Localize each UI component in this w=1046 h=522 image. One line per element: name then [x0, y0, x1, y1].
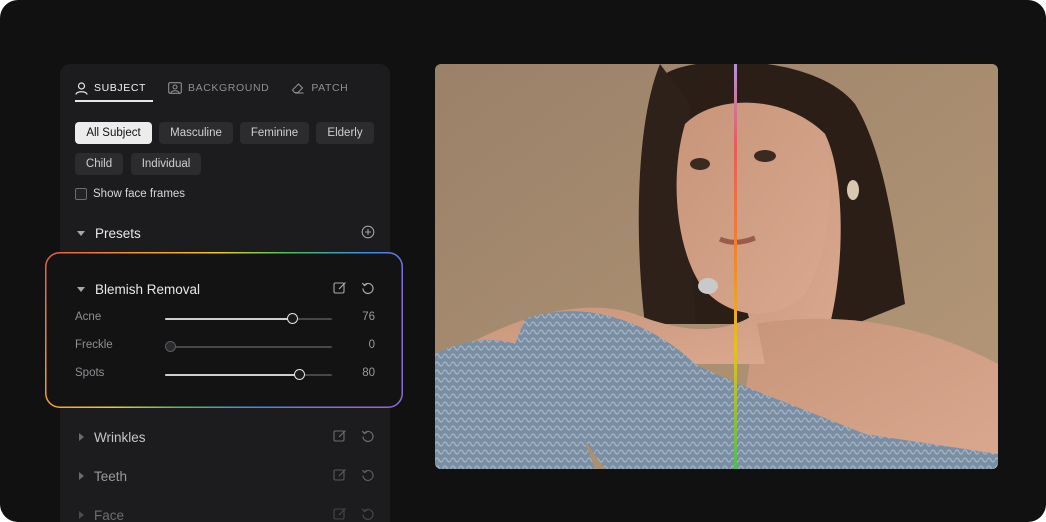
face-section[interactable]: Face [75, 503, 375, 522]
edit-icon[interactable] [333, 507, 347, 521]
tab-background[interactable]: BACKGROUND [168, 78, 269, 98]
tab-subject[interactable]: SUBJECT [75, 78, 146, 98]
tab-patch-label: PATCH [311, 82, 349, 94]
acne-value: 76 [362, 311, 375, 323]
freckle-slider[interactable] [165, 341, 332, 352]
plus-circle-icon[interactable] [361, 225, 375, 239]
freckle-slider-knob[interactable] [165, 341, 176, 352]
teeth-label: Teeth [94, 468, 128, 484]
acne-slider-fill [165, 318, 292, 320]
blemish-removal-header[interactable]: Blemish Removal [75, 277, 375, 301]
chevron-down-icon [77, 230, 85, 236]
show-face-frames-row[interactable]: Show face frames [75, 188, 185, 200]
chip-masculine[interactable]: Masculine [159, 122, 233, 144]
tab-background-label: BACKGROUND [188, 82, 270, 94]
teeth-section[interactable]: Teeth [75, 464, 375, 488]
spots-label: Spots [75, 367, 105, 379]
blemish-card-rainbow-border [45, 252, 403, 408]
chevron-right-icon [79, 511, 84, 519]
chip-feminine[interactable]: Feminine [240, 122, 309, 144]
face-label: Face [94, 507, 125, 522]
person-icon [75, 81, 88, 95]
chip-individual[interactable]: Individual [131, 153, 201, 175]
edit-icon[interactable] [333, 281, 347, 295]
tab-bar: SUBJECT BACKGROUND PATCH [75, 78, 370, 102]
app-window: SUBJECT BACKGROUND PATCH All Subject Mas… [0, 0, 1046, 522]
portrait-photo [435, 64, 998, 469]
tab-subject-label: SUBJECT [94, 82, 147, 94]
active-tab-indicator [75, 100, 153, 102]
wrinkles-section[interactable]: Wrinkles [75, 425, 375, 449]
chip-child[interactable]: Child [75, 153, 123, 175]
reset-icon[interactable] [361, 507, 375, 521]
tab-patch[interactable]: PATCH [291, 78, 348, 98]
image-icon [168, 82, 182, 94]
acne-slider[interactable] [165, 313, 332, 324]
eraser-icon [292, 83, 304, 94]
spots-slider-fill [165, 374, 299, 376]
chevron-down-icon [77, 286, 85, 292]
photo-preview[interactable] [435, 64, 998, 469]
acne-label: Acne [75, 311, 102, 323]
reset-icon[interactable] [361, 429, 375, 443]
reset-icon[interactable] [361, 281, 375, 295]
presets-label: Presets [95, 225, 141, 241]
edit-icon[interactable] [333, 468, 347, 482]
edit-icon[interactable] [333, 429, 347, 443]
presets-section[interactable]: Presets [75, 221, 375, 245]
freckle-value: 0 [368, 339, 375, 351]
spots-slider-row: Spots 80 [75, 367, 375, 383]
acne-slider-knob[interactable] [286, 313, 298, 324]
spots-value: 80 [362, 367, 375, 379]
acne-slider-row: Acne 76 [75, 311, 375, 327]
spots-slider[interactable] [165, 369, 332, 380]
reset-icon[interactable] [361, 468, 375, 482]
show-face-frames-checkbox[interactable] [75, 188, 87, 200]
freckle-label: Freckle [75, 339, 113, 351]
freckle-slider-row: Freckle 0 [75, 339, 375, 355]
chip-all-subject[interactable]: All Subject [75, 122, 152, 144]
show-face-frames-label: Show face frames [93, 188, 186, 200]
chevron-right-icon [79, 433, 84, 441]
blemish-removal-label: Blemish Removal [95, 281, 201, 297]
chevron-right-icon [79, 472, 84, 480]
spots-slider-knob[interactable] [293, 369, 305, 380]
chip-elderly[interactable]: Elderly [316, 122, 374, 144]
wrinkles-label: Wrinkles [94, 429, 146, 445]
compare-split-handle[interactable] [734, 64, 737, 469]
